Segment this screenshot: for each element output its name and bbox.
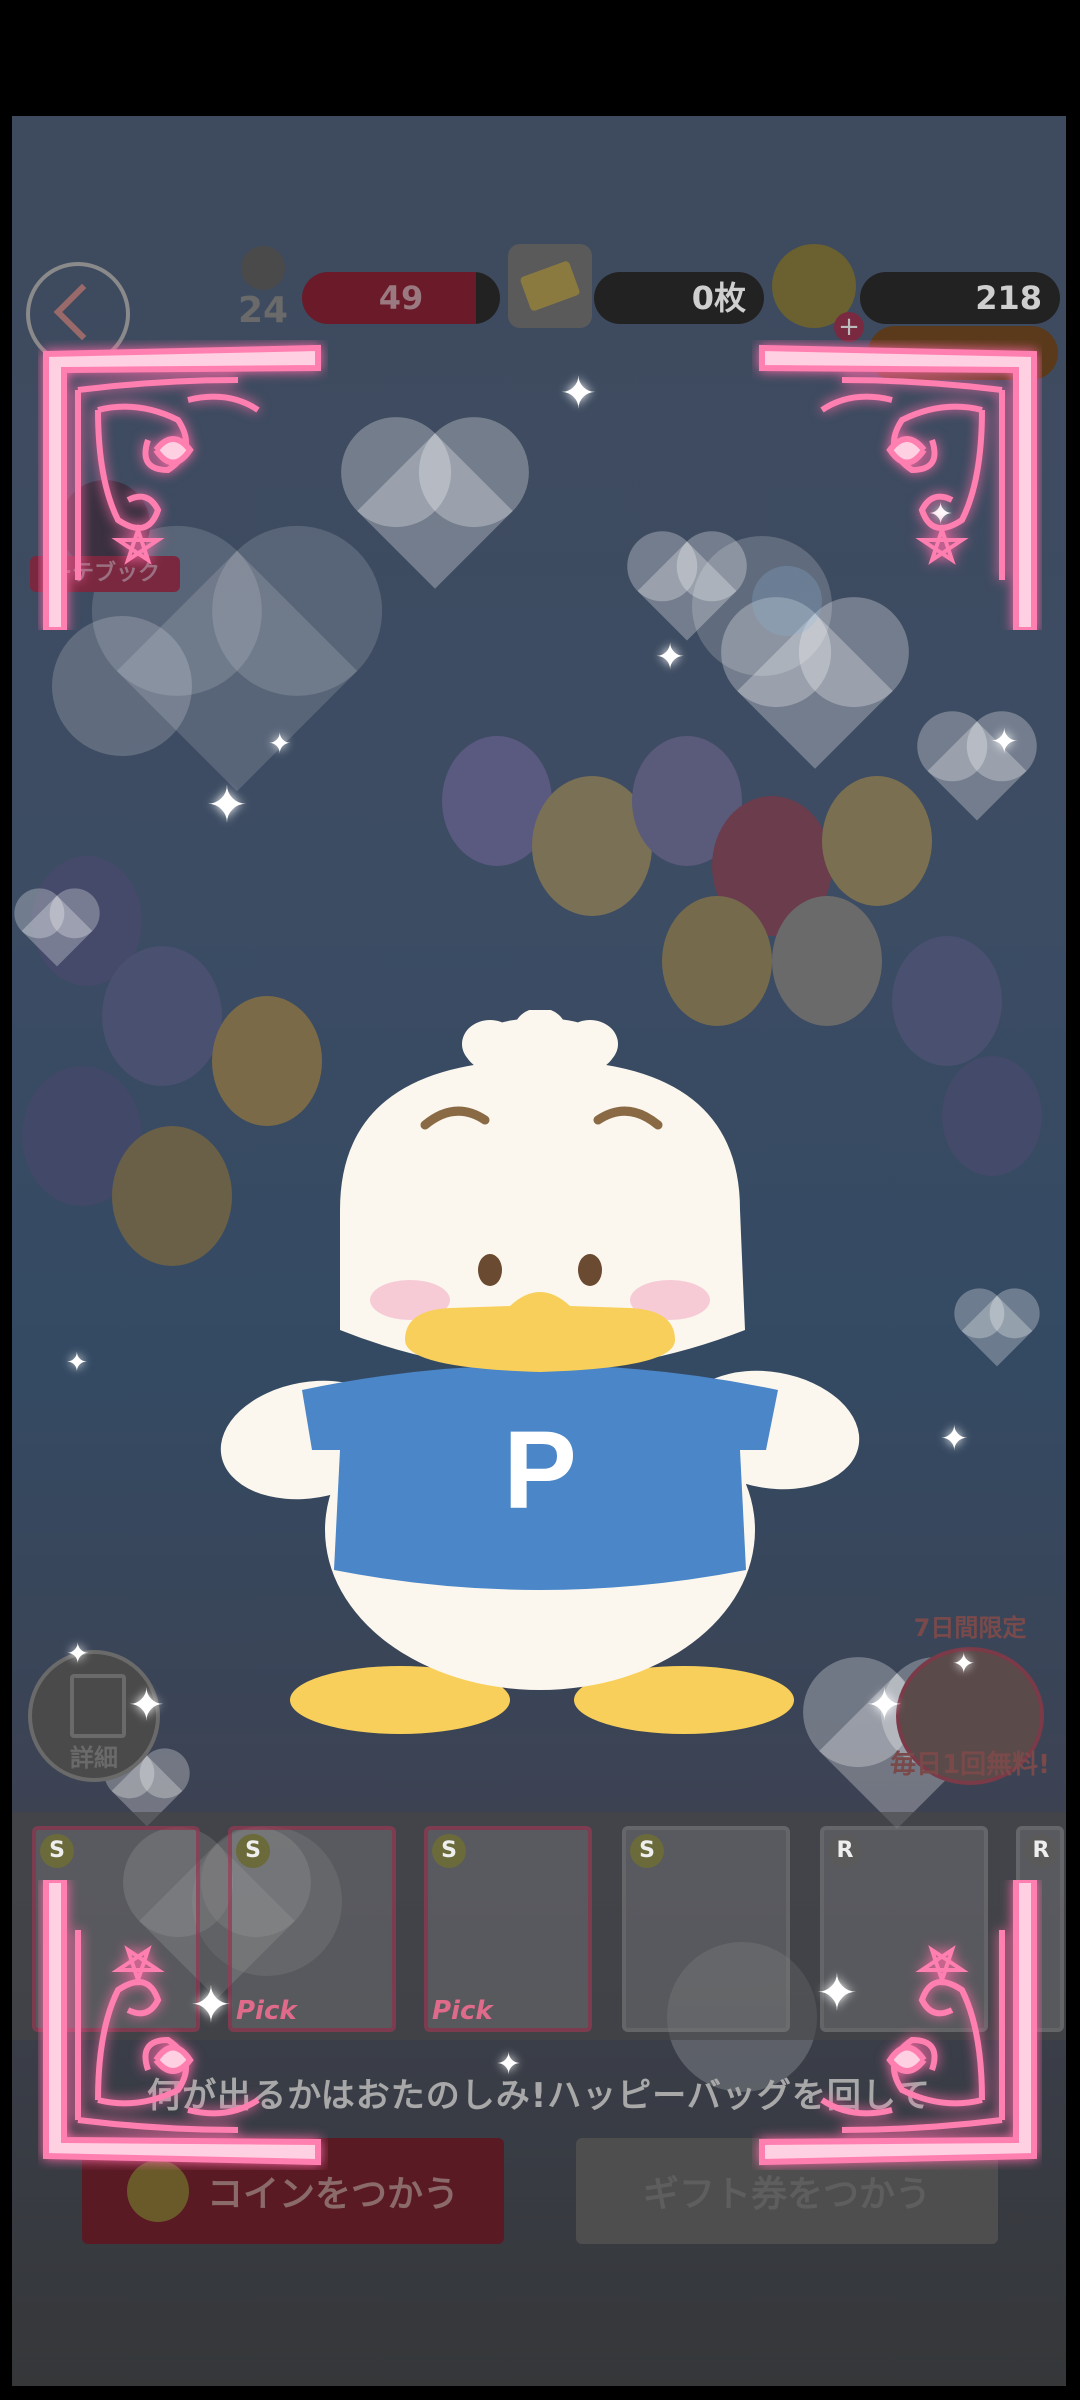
sparkle-icon: ✦ bbox=[66, 1348, 88, 1378]
sparkle-icon: ✦ bbox=[128, 1680, 165, 1731]
sparkle-icon: ✦ bbox=[268, 727, 292, 760]
document-icon bbox=[70, 1674, 126, 1738]
ornament-corner-bottom-right bbox=[759, 1880, 1037, 2166]
daily-free-label: 毎日1回無料! bbox=[890, 1750, 1050, 1780]
balloon bbox=[102, 946, 222, 1086]
left-eye bbox=[478, 1254, 502, 1286]
bubble-decoration bbox=[52, 616, 192, 756]
ornament-corner-bottom-left bbox=[43, 1880, 321, 2166]
sparkle-icon: ✦ bbox=[655, 637, 686, 678]
right-eye bbox=[578, 1254, 602, 1286]
ornament-corner-top-left bbox=[43, 344, 321, 630]
balloon bbox=[892, 936, 1002, 1066]
mascot-duck: P bbox=[220, 1010, 860, 1734]
daily-free-gacha-button[interactable]: 7日間限定 毎日1回無料! bbox=[880, 1608, 1060, 1788]
rarity-badge: R bbox=[1024, 1834, 1058, 1868]
balloon bbox=[942, 1056, 1042, 1176]
add-coins-button[interactable]: + bbox=[834, 312, 864, 342]
sparkle-icon: ✦ bbox=[66, 1637, 90, 1670]
rarity-badge: S bbox=[432, 1834, 466, 1868]
chevron-left-icon bbox=[53, 283, 111, 341]
balloon bbox=[772, 896, 882, 1026]
detail-label: 詳細 bbox=[70, 1744, 118, 1772]
gacha-result-screen: 24 49 0枚 + 218 ーテブック 詳細 7日間限定 毎日1回無料! S … bbox=[0, 0, 1080, 2400]
rarity-badge: R bbox=[828, 1834, 862, 1868]
sparkle-icon: ✦ bbox=[496, 2047, 522, 2082]
pick-tag: Pick bbox=[432, 1996, 493, 2026]
coin-count: 218 bbox=[860, 272, 1060, 324]
reward-card[interactable]: S Pick bbox=[424, 1826, 592, 2032]
sparkle-icon: ✦ bbox=[206, 776, 248, 834]
ticket-icon bbox=[508, 244, 592, 328]
sparkle-icon: ✦ bbox=[952, 1647, 976, 1680]
rarity-badge: S bbox=[236, 1834, 270, 1868]
balloon bbox=[662, 896, 772, 1026]
shirt-letter: P bbox=[503, 1409, 576, 1532]
heart-decoration bbox=[357, 433, 513, 589]
status-bar bbox=[0, 0, 1080, 116]
ticket-count: 0枚 bbox=[594, 272, 764, 324]
sparkle-icon: ✦ bbox=[940, 1419, 969, 1459]
smiley-icon bbox=[241, 246, 285, 290]
heart-decoration bbox=[961, 1295, 1033, 1367]
sparkle-icon: ✦ bbox=[560, 368, 597, 419]
stamina-bar: 49 bbox=[302, 272, 500, 324]
rarity-badge: S bbox=[40, 1834, 74, 1868]
sparkle-icon: ✦ bbox=[866, 1680, 903, 1731]
limited-label: 7日間限定 bbox=[913, 1614, 1027, 1642]
player-level: 24 bbox=[228, 246, 298, 336]
use-gift-label: ギフト券をつかう bbox=[642, 2174, 931, 2215]
sparkle-icon: ✦ bbox=[990, 722, 1019, 762]
rarity-badge: S bbox=[630, 1834, 664, 1868]
ornament-corner-top-right bbox=[759, 344, 1037, 630]
level-value: 24 bbox=[237, 290, 289, 331]
balloon bbox=[822, 776, 932, 906]
use-coins-label: コインをつかう bbox=[206, 2174, 459, 2215]
